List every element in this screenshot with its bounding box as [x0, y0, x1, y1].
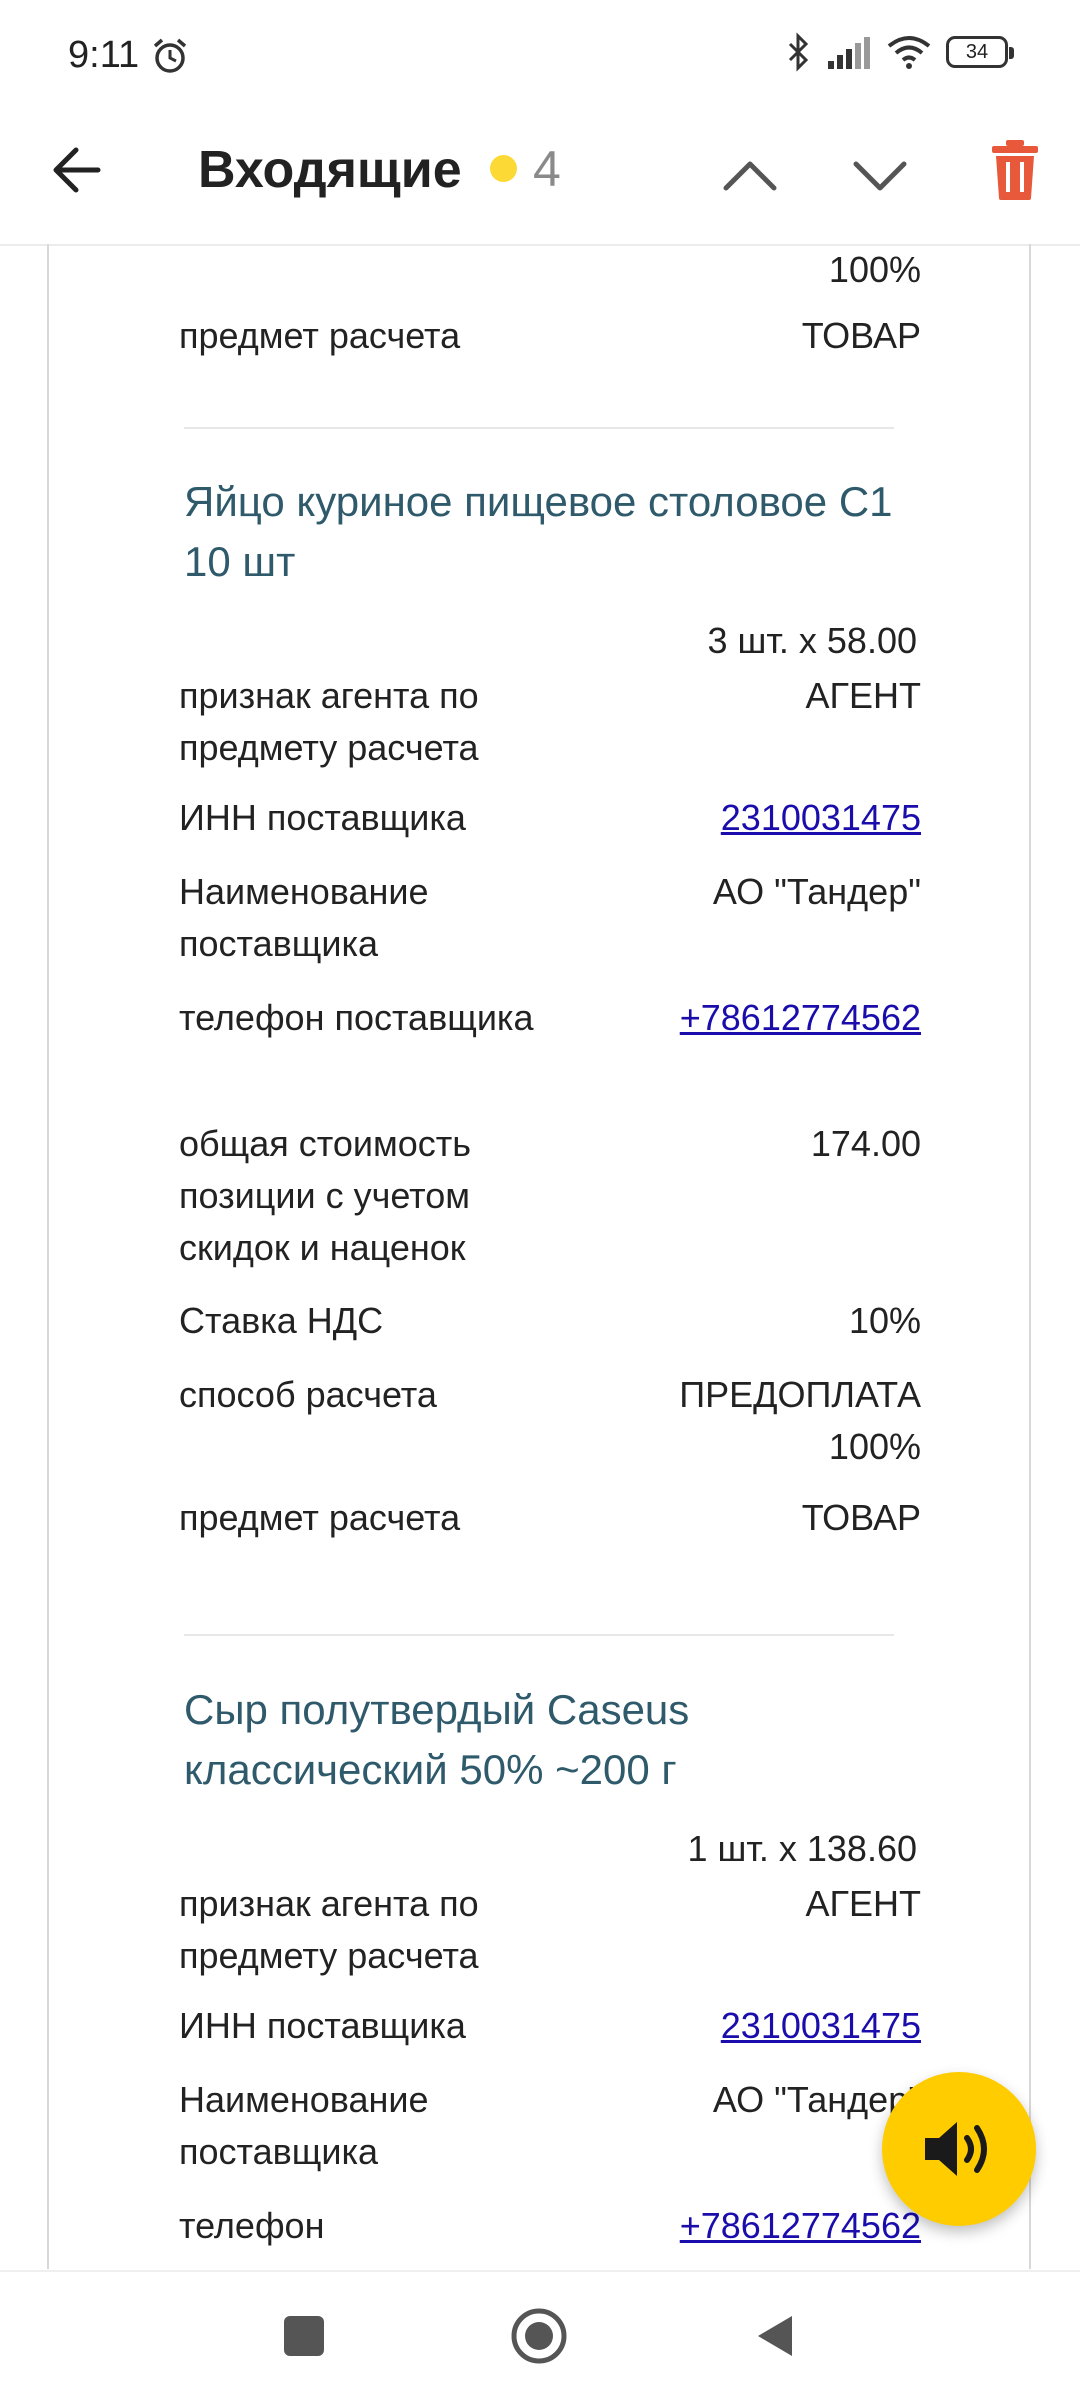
method-tail-row: 100% [179, 244, 921, 296]
phone-link[interactable]: +78612774562 [680, 992, 921, 1044]
product-title: Сыр полутвердый Caseus классический 50% … [184, 1686, 690, 1793]
battery-icon: 34 [946, 36, 1014, 68]
speaker-icon [925, 2122, 987, 2176]
inn-link[interactable]: 2310031475 [721, 792, 921, 844]
bluetooth-icon [788, 32, 809, 72]
divider [184, 427, 894, 429]
agent-row: признак агента по предмету расчета АГЕНТ [179, 1883, 921, 1976]
square-nav-icon[interactable] [280, 2312, 328, 2360]
status-time: 9:11 [68, 34, 140, 76]
supplier-name-row: Наименование поставщика АО "Тандер" [179, 871, 921, 964]
back-nav-icon[interactable] [752, 2312, 800, 2360]
divider [184, 1634, 894, 1636]
home-nav-icon[interactable] [509, 2306, 569, 2366]
page-title: Входящие [198, 141, 462, 199]
alarm-icon [153, 38, 187, 73]
total-row: общая стоимость позиции с учетом скидок … [179, 1123, 921, 1268]
product-title: Яйцо куриное пищевое столовое С1 10 шт [184, 478, 893, 585]
product-quantity: 1 шт. х 138.60 [687, 1828, 917, 1869]
product-quantity: 3 шт. х 58.00 [707, 620, 918, 661]
chevron-down-icon[interactable] [850, 146, 910, 206]
message-body: 100% предмет расчета ТОВАР Яйцо куриное … [47, 244, 1031, 2269]
app-header: Входящие 4 [0, 110, 1080, 246]
back-arrow-icon[interactable] [46, 138, 110, 202]
inn-row: ИНН поставщика 2310031475 [179, 792, 921, 844]
phone-row: телефон поставщика +78612774562 [179, 992, 921, 1044]
subject-row: предмет расчета ТОВАР [179, 1497, 921, 1538]
system-nav-bar [0, 2270, 1080, 2402]
battery-level: 34 [965, 40, 989, 63]
supplier-name-row: Наименование поставщика АО "Тандер" [179, 2079, 921, 2172]
phone-row: телефон +78612774562 [179, 2200, 921, 2252]
wifi-icon [887, 36, 931, 69]
chevron-up-icon[interactable] [720, 146, 780, 206]
subject-row: предмет расчета ТОВАР [179, 310, 921, 362]
trash-icon[interactable] [990, 138, 1040, 202]
unread-count: 4 [533, 141, 561, 197]
inn-link[interactable]: 2310031475 [721, 2000, 921, 2052]
unread-dot [490, 155, 517, 182]
vat-row: Ставка НДС 10% [179, 1300, 921, 1341]
read-aloud-button[interactable] [882, 2072, 1036, 2226]
method-tail: 100% [828, 249, 921, 290]
agent-row: признак агента по предмету расчета АГЕНТ [179, 675, 921, 768]
signal-icon [828, 37, 870, 69]
inn-row: ИНН поставщика 2310031475 [179, 2000, 921, 2052]
subject-value: ТОВАР [801, 315, 921, 356]
subject-label: предмет расчета [179, 315, 461, 356]
phone-link[interactable]: +78612774562 [680, 2200, 921, 2252]
payment-method-row: способ расчета ПРЕДОПЛАТА 100% [179, 1374, 921, 1467]
status-bar: 9:11 34 [0, 0, 1080, 110]
